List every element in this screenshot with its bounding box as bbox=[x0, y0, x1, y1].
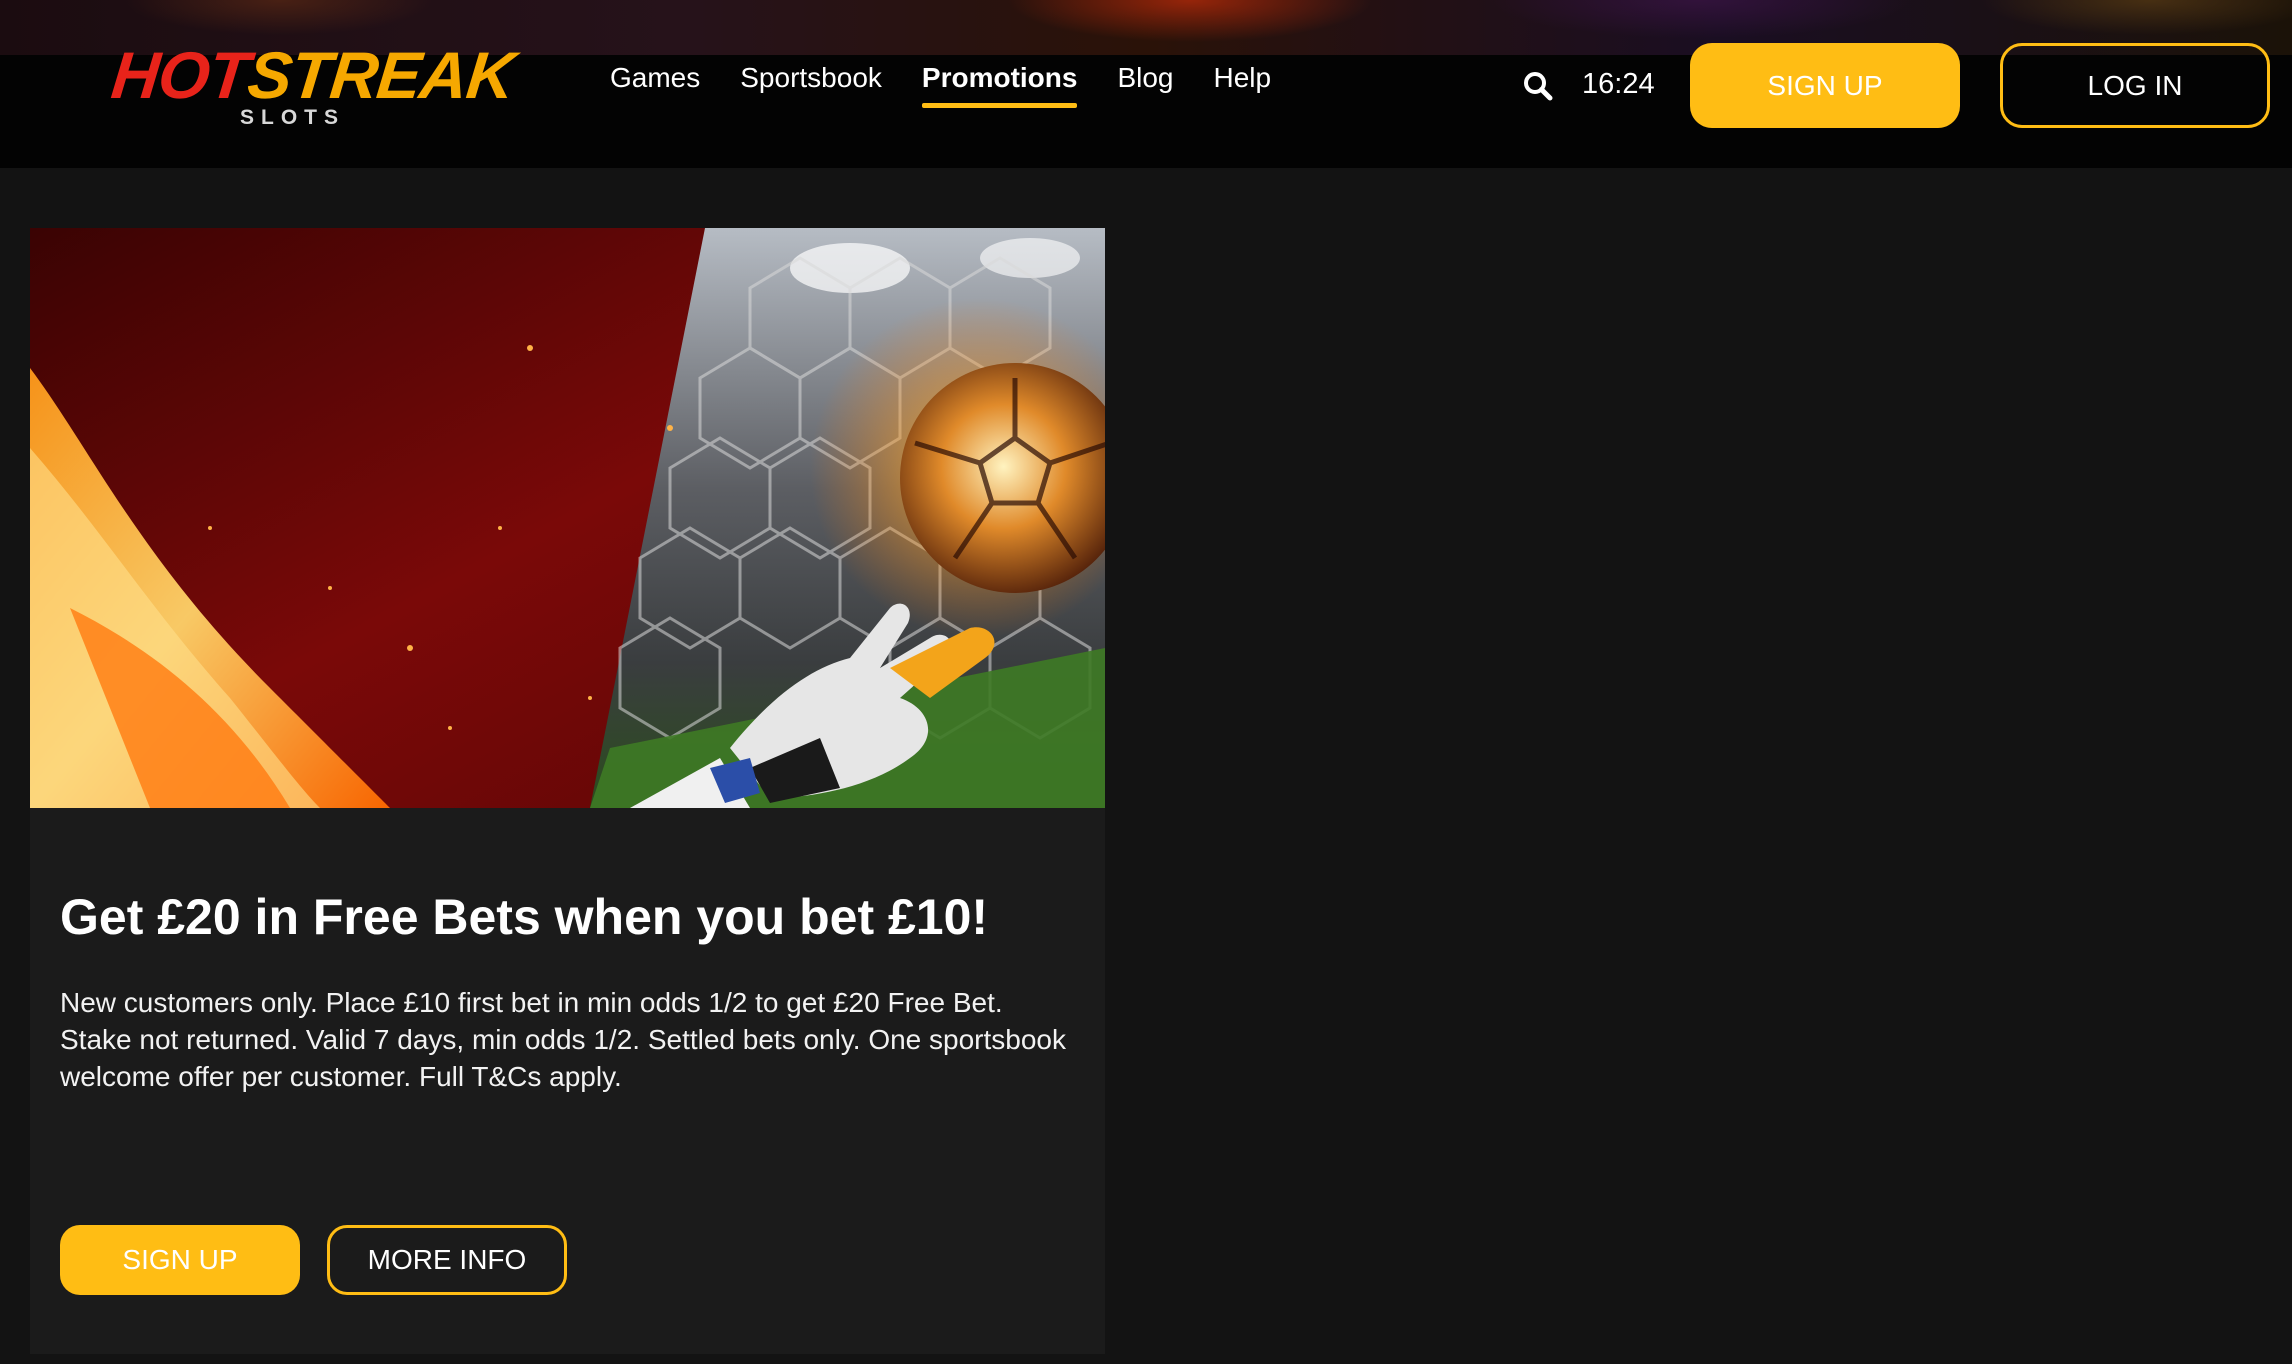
promo-signup-button[interactable]: SIGN UP bbox=[60, 1225, 300, 1295]
promo-description: New customers only. Place £10 first bet … bbox=[60, 987, 1066, 1092]
nav-item-blog[interactable]: Blog bbox=[1117, 62, 1173, 108]
logo-subtitle: SLOTS bbox=[240, 106, 346, 129]
main-nav: Games Sportsbook Promotions Blog Help bbox=[610, 62, 1271, 108]
logo-hot-text: HOT bbox=[108, 38, 253, 112]
header-signup-button[interactable]: SIGN UP bbox=[1690, 43, 1960, 128]
promo-card: Get £20 in Free Bets when you bet £10! N… bbox=[30, 228, 1105, 1354]
search-icon[interactable] bbox=[1522, 70, 1554, 102]
header-login-button[interactable]: LOG IN bbox=[2000, 43, 2270, 128]
site-header: HOTSTREAK SLOTS Games Sportsbook Promoti… bbox=[0, 0, 2292, 168]
nav-item-games[interactable]: Games bbox=[610, 62, 700, 108]
promo-more-info-button[interactable]: MORE INFO bbox=[327, 1225, 567, 1295]
hotstreak-logo[interactable]: HOTSTREAK SLOTS bbox=[108, 38, 517, 132]
clock-time: 16:24 bbox=[1582, 68, 1655, 100]
nav-item-promotions[interactable]: Promotions bbox=[921, 62, 1077, 108]
nav-item-sportsbook[interactable]: Sportsbook bbox=[740, 62, 882, 108]
logo-wordmark: HOTSTREAK bbox=[108, 38, 517, 112]
logo-streak-text: STREAK bbox=[244, 38, 518, 112]
banner-artwork bbox=[30, 228, 1105, 808]
promo-banner-image bbox=[30, 228, 1105, 808]
nav-item-help[interactable]: Help bbox=[1214, 62, 1272, 108]
promo-title: Get £20 in Free Bets when you bet £10! bbox=[60, 889, 989, 945]
